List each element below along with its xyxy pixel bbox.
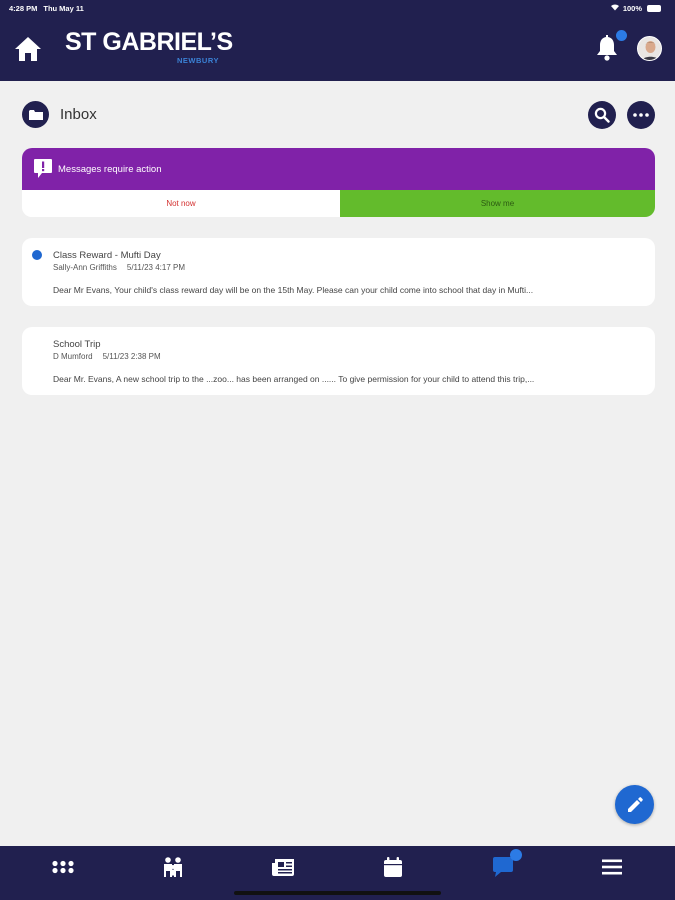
message-subject: School Trip (53, 339, 101, 350)
message-meta: Sally-Ann Griffiths 5/11/23 4:17 PM (53, 263, 185, 272)
message-meta: D Mumford 5/11/23 2:38 PM (53, 352, 161, 361)
action-banner-header: Messages require action (22, 148, 655, 190)
calendar-icon (384, 857, 402, 877)
show-me-button[interactable]: Show me (340, 190, 655, 217)
notification-badge (616, 30, 627, 41)
status-time: 4:28 PM (9, 4, 38, 13)
action-banner-message: Messages require action (58, 164, 162, 175)
app-header: 4:28 PM Thu May 11 100% ST GABRIEL’S NEW… (0, 0, 675, 81)
status-date: Thu May 11 (43, 4, 84, 13)
message-sender: Sally-Ann Griffiths (53, 263, 117, 272)
grid-icon (52, 860, 74, 874)
folder-icon (28, 109, 43, 120)
message-list-item[interactable]: Class Reward - Mufti Day Sally-Ann Griff… (22, 238, 655, 306)
message-subject: Class Reward - Mufti Day (53, 250, 161, 261)
search-icon (594, 107, 610, 123)
pencil-icon (627, 796, 643, 812)
search-button[interactable] (588, 101, 616, 129)
battery-percent: 100% (622, 3, 642, 13)
message-sender: D Mumford (53, 352, 93, 361)
logo-main-text: ST GABRIEL’S (65, 28, 233, 56)
nav-calendar[interactable] (380, 854, 406, 880)
not-now-button[interactable]: Not now (22, 190, 340, 217)
home-button[interactable] (14, 36, 42, 62)
message-timestamp: 5/11/23 4:17 PM (126, 263, 185, 272)
folder-button[interactable] (22, 101, 49, 128)
alert-icon (33, 158, 53, 179)
user-photo-icon (638, 37, 661, 60)
nav-news[interactable] (270, 854, 296, 880)
compose-button[interactable] (615, 785, 654, 824)
unread-indicator (32, 250, 42, 260)
logo-sub-text: NEWBURY (177, 56, 219, 65)
newspaper-icon (272, 859, 294, 876)
message-timestamp: 5/11/23 2:38 PM (102, 352, 161, 361)
menu-icon (602, 859, 622, 875)
family-icon (164, 857, 182, 877)
home-indicator[interactable] (234, 891, 441, 895)
status-bar: 4:28 PM Thu May 11 100% (0, 0, 675, 16)
message-preview: Dear Mr Evans, Your child's class reward… (53, 285, 534, 295)
more-icon (633, 113, 649, 117)
action-banner: Messages require action Not now Show me (22, 148, 655, 217)
school-logo: ST GABRIEL’S NEWBURY (65, 28, 233, 68)
messages-badge (510, 849, 522, 861)
battery-icon (647, 4, 661, 12)
nav-apps[interactable] (50, 854, 76, 880)
nav-menu[interactable] (599, 854, 625, 880)
avatar[interactable] (637, 36, 662, 61)
message-preview: Dear Mr. Evans, A new school trip to the… (53, 374, 535, 384)
page-title: Inbox (60, 106, 97, 123)
message-list-item[interactable]: School Trip D Mumford 5/11/23 2:38 PM De… (22, 327, 655, 395)
home-icon (15, 37, 41, 61)
nav-family[interactable] (160, 854, 186, 880)
more-options-button[interactable] (627, 101, 655, 129)
wifi-icon (610, 3, 620, 13)
